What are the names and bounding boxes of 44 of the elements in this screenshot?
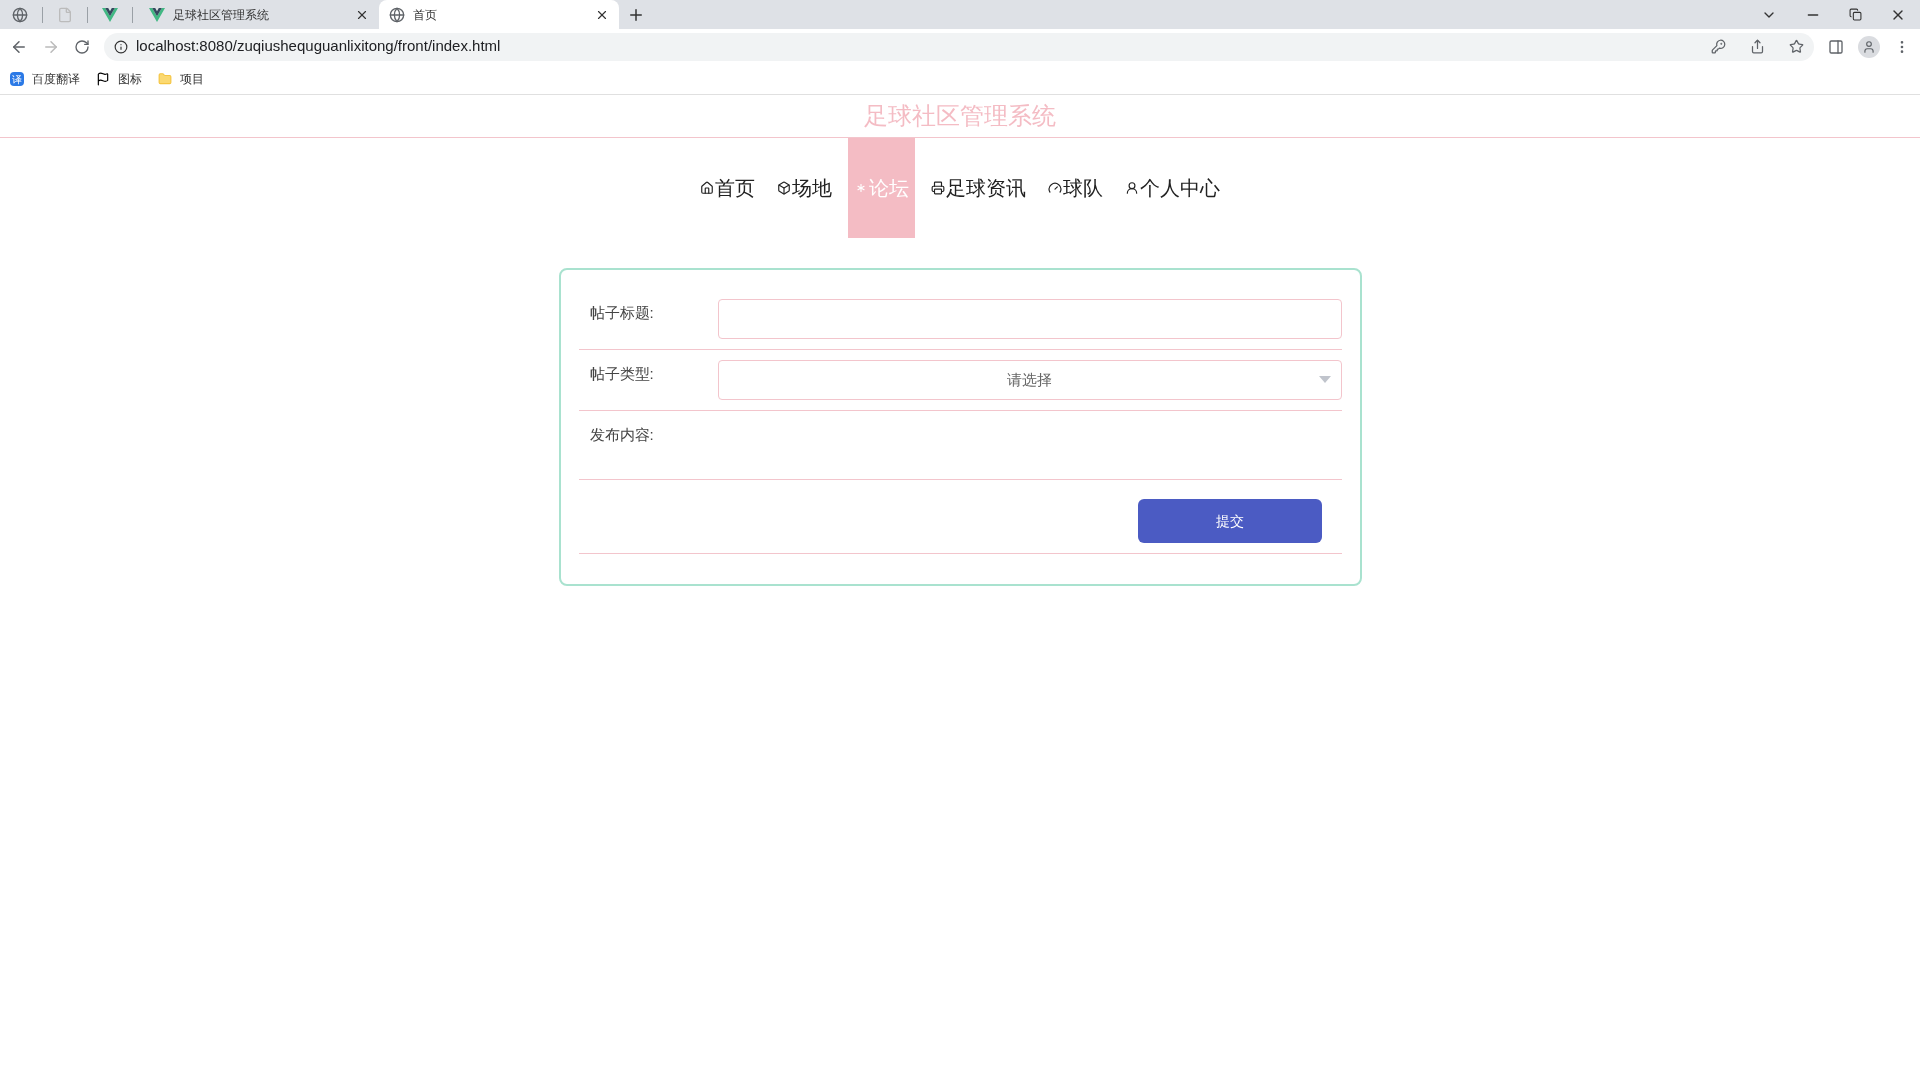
browser-tab[interactable]: 足球社区管理系统 — [139, 0, 379, 29]
restore-icon[interactable] — [1849, 8, 1862, 21]
type-select-field[interactable]: 请选择 — [718, 360, 1342, 400]
bookmark-item[interactable]: 译 百度翻译 — [10, 70, 80, 88]
bookmark-star-icon[interactable] — [1789, 39, 1804, 54]
field-label: 帖子类型: — [589, 364, 655, 384]
printer-icon — [931, 181, 945, 195]
key-icon[interactable] — [1711, 39, 1726, 54]
profile-avatar[interactable] — [1858, 35, 1880, 58]
asterisk-icon — [854, 181, 868, 195]
flag-icon — [96, 72, 110, 86]
info-icon — [114, 39, 128, 54]
gauge-icon — [1048, 181, 1062, 195]
tab-title: 首页 — [413, 6, 438, 24]
nav-item[interactable]: 场地 — [771, 138, 838, 238]
globe-icon — [389, 6, 405, 23]
tab-title: 足球社区管理系统 — [173, 6, 270, 24]
submit-button[interactable]: 提交 — [1137, 499, 1322, 543]
url-text: localhost:8080/zuqiushequguanlixitong/front/index.html — [136, 36, 502, 57]
bookmark-item[interactable]: 项目 — [158, 70, 204, 88]
field-label: 发布内容: — [589, 425, 655, 445]
nav-item[interactable]: 首页 — [694, 138, 761, 238]
v-logo-icon — [102, 7, 118, 22]
folder-icon — [158, 72, 172, 86]
reload-icon[interactable] — [74, 38, 90, 55]
nav-item[interactable]: 个人中心 — [1119, 138, 1226, 238]
field-label: 帖子标题: — [589, 303, 655, 323]
address-bar[interactable]: localhost:8080/zuqiushequguanlixitong/front/index.html — [104, 32, 1814, 61]
user-icon — [1125, 181, 1139, 195]
title-input-field[interactable] — [718, 299, 1342, 339]
home-icon — [700, 181, 714, 195]
site-title: 足球社区管理系统 — [864, 101, 1056, 131]
nav-item[interactable]: 球队 — [1042, 138, 1109, 238]
bookmark-item[interactable]: 图标 — [96, 70, 142, 88]
globe-icon[interactable] — [12, 6, 28, 23]
browser-tab[interactable]: 首页 — [379, 0, 619, 29]
new-tab-icon[interactable] — [627, 6, 645, 24]
share-icon[interactable] — [1750, 39, 1765, 54]
v-logo-icon — [149, 7, 165, 22]
translate-icon: 译 — [10, 72, 24, 86]
nav-item[interactable]: 足球资讯 — [925, 138, 1032, 238]
cube-icon — [777, 181, 791, 195]
side-panel-icon[interactable] — [1828, 38, 1844, 55]
dropdown-caret-icon — [1318, 376, 1331, 383]
